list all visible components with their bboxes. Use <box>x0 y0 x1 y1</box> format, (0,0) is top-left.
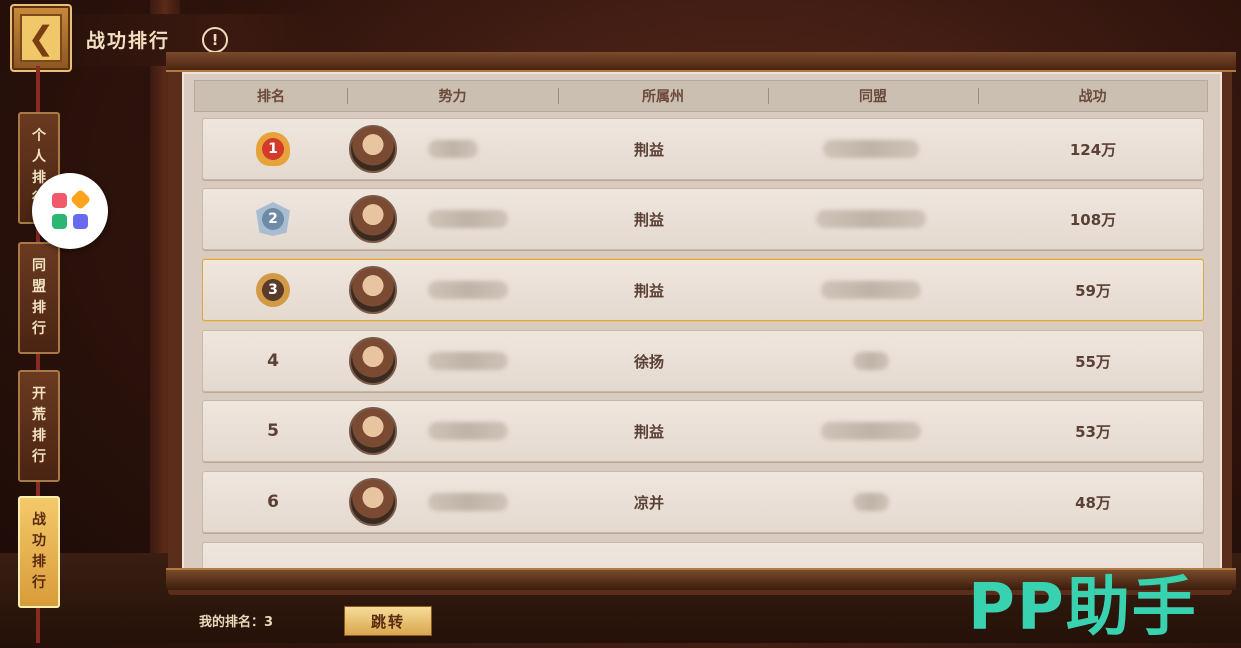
avatar <box>349 478 397 526</box>
tab-label-char: 盟 <box>32 279 46 295</box>
tab-label-char: 人 <box>32 149 46 165</box>
table-row[interactable]: 6 凉并 48万 <box>202 471 1204 533</box>
alliance-name-blurred <box>853 493 889 511</box>
tab-label-char: 排 <box>32 428 46 444</box>
tab-label-char: 荒 <box>32 407 46 423</box>
tab-label-char: 排 <box>32 554 46 570</box>
merit-cell: 59万 <box>1075 281 1111 300</box>
floating-app-button[interactable] <box>32 173 108 249</box>
app-grid-icon <box>73 214 88 229</box>
rank-cell: 3 <box>233 260 313 320</box>
merit-cell: 48万 <box>1075 493 1111 512</box>
rank-cell: 4 <box>233 331 313 391</box>
alliance-name-blurred <box>816 210 926 228</box>
tab-label-char: 同 <box>32 258 46 274</box>
faction-name-blurred <box>428 493 508 511</box>
app-grid-icon <box>69 188 92 211</box>
my-rank-value: 3 <box>264 615 274 630</box>
my-rank-label: 我的排名： <box>199 615 265 630</box>
faction-name-blurred <box>428 140 478 158</box>
silver-medal-icon: 2 <box>256 202 290 236</box>
table-row[interactable]: 4 徐扬 55万 <box>202 330 1204 392</box>
faction-name-blurred <box>428 281 508 299</box>
column-header-rank: 排名 <box>257 89 285 105</box>
merit-cell: 124万 <box>1069 140 1117 159</box>
column-header-state: 所属州 <box>558 81 768 111</box>
ranking-table[interactable]: 排名 势力 所属州 同盟 战功 1 荆益 124万 2 荆益 108万 3 荆益 59万 4 徐扬 5… <box>182 72 1222 576</box>
alliance-name-blurred <box>853 352 889 370</box>
info-icon[interactable]: ! <box>202 27 228 53</box>
table-row[interactable]: 5 荆益 53万 <box>202 400 1204 462</box>
tab-label-char: 功 <box>32 533 46 549</box>
faction-name-blurred <box>428 422 508 440</box>
tab-merit-rank[interactable]: 战功排行 <box>18 496 60 608</box>
avatar <box>349 195 397 243</box>
table-row[interactable]: 3 荆益 59万 <box>202 259 1204 321</box>
faction-name-blurred <box>428 210 508 228</box>
table-header: 排名 势力 所属州 同盟 战功 <box>194 80 1208 112</box>
rank-cell: 6 <box>233 472 313 532</box>
avatar <box>349 266 397 314</box>
avatar <box>349 407 397 455</box>
rank-number: 4 <box>267 351 279 371</box>
column-header-merit: 战功 <box>978 81 1207 111</box>
rank-cell: 2 <box>233 189 313 249</box>
bronze-medal-icon: 3 <box>256 273 290 307</box>
state-cell: 荆益 <box>633 140 664 159</box>
avatar <box>349 337 397 385</box>
page-title: 战功排行 <box>86 30 171 52</box>
tab-label-char: 行 <box>32 449 46 465</box>
state-cell: 凉并 <box>633 493 664 512</box>
tab-label-char: 个 <box>32 128 46 144</box>
state-cell: 荆益 <box>633 281 664 300</box>
state-cell: 荆益 <box>633 210 664 229</box>
merit-cell: 53万 <box>1075 422 1111 441</box>
panel-top-rail <box>166 52 1236 72</box>
column-header-faction: 势力 <box>347 81 558 111</box>
tab-label-char: 开 <box>32 386 46 402</box>
state-cell: 荆益 <box>633 422 664 441</box>
avatar <box>349 125 397 173</box>
tab-pioneer-rank[interactable]: 开荒排行 <box>18 370 60 482</box>
app-grid-icon <box>52 193 67 208</box>
gold-medal-icon: 1 <box>256 132 290 166</box>
rank-number: 6 <box>267 492 279 512</box>
app-grid-icon <box>52 214 67 229</box>
merit-cell: 108万 <box>1069 210 1117 229</box>
alliance-name-blurred <box>821 422 921 440</box>
watermark: PP助手 <box>968 571 1198 645</box>
table-row[interactable]: 2 荆益 108万 <box>202 188 1204 250</box>
alliance-name-blurred <box>823 140 919 158</box>
table-row[interactable]: 1 荆益 124万 <box>202 118 1204 180</box>
column-header-alliance: 同盟 <box>768 81 978 111</box>
jump-button[interactable]: 跳转 <box>344 606 432 636</box>
my-rank-text: 我的排名：3 <box>199 611 273 630</box>
rank-cell: 5 <box>233 401 313 461</box>
back-arrow-icon: ❮ <box>20 14 62 62</box>
rank-cell: 1 <box>233 119 313 179</box>
tab-label-char: 排 <box>32 300 46 316</box>
state-cell: 徐扬 <box>633 352 664 371</box>
tab-alliance-rank[interactable]: 同盟排行 <box>18 242 60 354</box>
rank-number: 5 <box>267 421 279 441</box>
faction-name-blurred <box>428 352 508 370</box>
alliance-name-blurred <box>821 281 921 299</box>
tab-label-char: 行 <box>32 575 46 591</box>
tab-label-char: 行 <box>32 321 46 337</box>
tab-label-char: 战 <box>32 512 46 528</box>
back-button[interactable]: ❮ <box>10 4 72 72</box>
merit-cell: 55万 <box>1075 352 1111 371</box>
